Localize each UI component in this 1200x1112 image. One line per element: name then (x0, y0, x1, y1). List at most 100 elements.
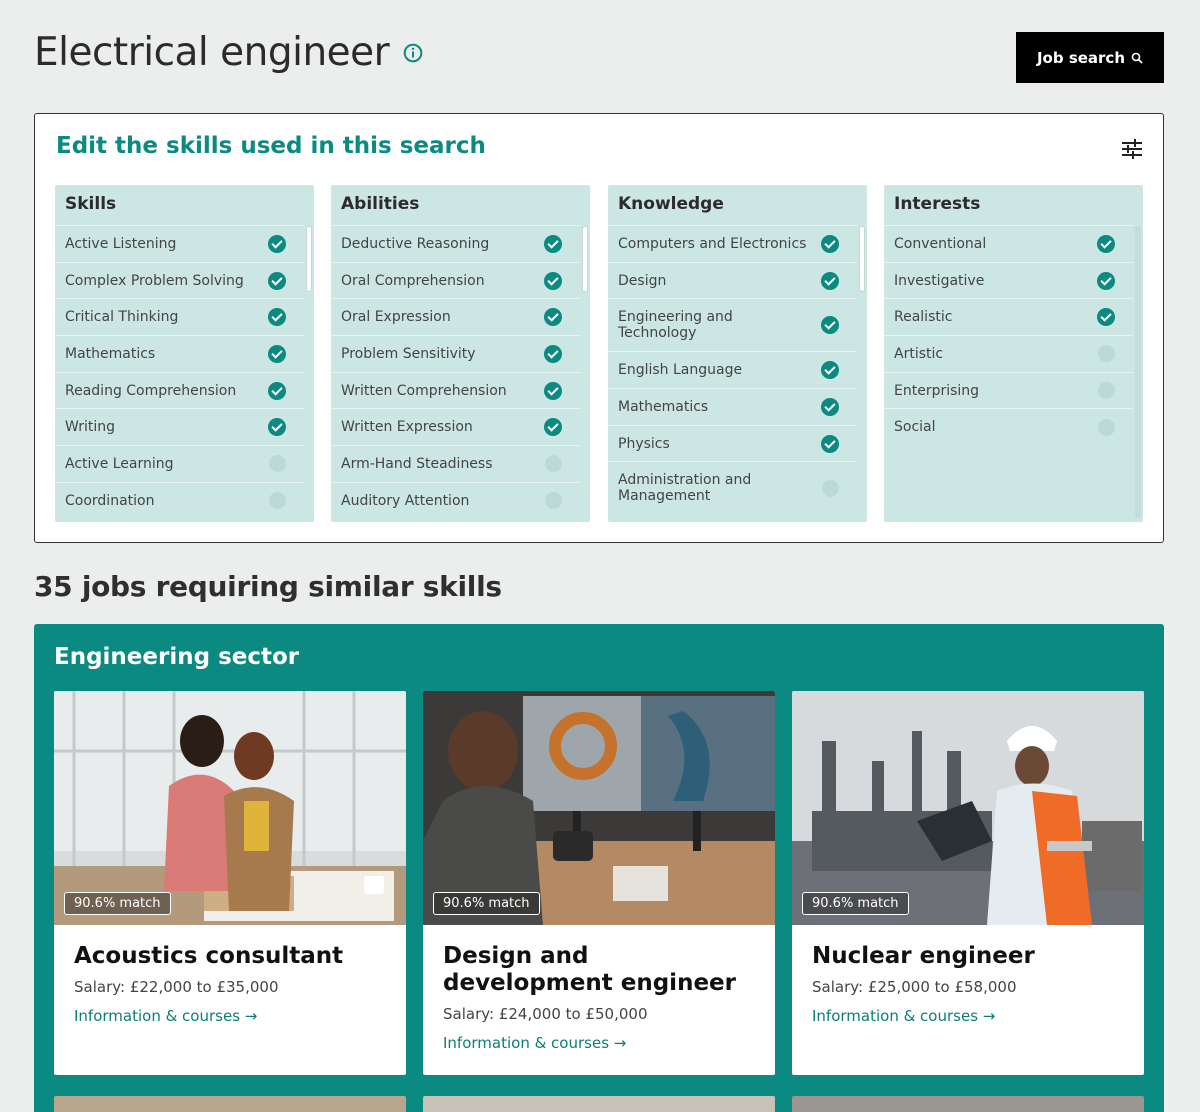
check-circle-icon[interactable] (821, 271, 839, 290)
information-courses-link[interactable]: Information & courses → (74, 1007, 257, 1025)
info-icon[interactable] (403, 43, 423, 63)
job-search-button[interactable]: Job search (1016, 32, 1164, 83)
check-circle-icon[interactable] (268, 271, 286, 290)
unchecked-circle-icon[interactable] (822, 479, 839, 497)
check-circle-icon[interactable] (1097, 234, 1115, 253)
page-title: Electrical engineer (34, 30, 423, 75)
check-circle-icon[interactable] (544, 418, 562, 437)
skill-option-label: Auditory Attention (341, 492, 470, 509)
scrollbar[interactable] (1135, 226, 1141, 518)
skills-panel: Edit the skills used in this search Skil… (34, 113, 1164, 543)
skill-option[interactable]: Design (608, 261, 857, 299)
skill-option[interactable]: Active Listening (55, 225, 304, 262)
skill-option[interactable]: Artistic (884, 335, 1133, 372)
check-circle-icon[interactable] (821, 397, 839, 416)
job-salary: Salary: £25,000 to £58,000 (812, 978, 1017, 996)
skill-option[interactable]: Written Expression (331, 408, 580, 445)
skill-option[interactable]: Conventional (884, 225, 1133, 262)
unchecked-circle-icon[interactable] (1098, 418, 1115, 436)
skill-option[interactable]: Investigative (884, 261, 1133, 299)
job-card-peek[interactable] (423, 1096, 775, 1112)
unchecked-circle-icon[interactable] (1098, 382, 1115, 400)
filter-settings-icon[interactable] (1121, 138, 1143, 160)
skill-option[interactable]: Enterprising (884, 371, 1133, 409)
knowledge-list: Computers and Electronics Design Engineeri… (608, 225, 857, 522)
skill-option-label: English Language (618, 362, 743, 379)
job-photo-office: 90.6% match (54, 691, 406, 925)
skill-option[interactable]: Critical Thinking (55, 298, 304, 335)
skill-option[interactable]: English Language (608, 351, 857, 388)
knowledge-column: Knowledge Computers and Electronics Desig… (608, 185, 867, 522)
skill-option[interactable]: Deductive Reasoning (331, 225, 580, 262)
check-circle-icon[interactable] (544, 234, 562, 253)
unchecked-circle-icon[interactable] (545, 492, 562, 510)
job-card-acoustics-consultant[interactable]: 90.6% match Acoustics consultant Salary:… (54, 691, 406, 1075)
unchecked-circle-icon[interactable] (1098, 345, 1115, 363)
skill-option-label: Administration and Management (618, 472, 752, 505)
job-card-peek[interactable] (792, 1096, 1144, 1112)
job-salary: Salary: £24,000 to £50,000 (443, 1005, 648, 1023)
check-circle-icon[interactable] (268, 308, 286, 327)
skill-option[interactable]: Social (884, 408, 1133, 445)
unchecked-circle-icon[interactable] (269, 492, 286, 510)
skills-panel-title: Edit the skills used in this search (56, 133, 486, 159)
check-circle-icon[interactable] (1097, 271, 1115, 290)
job-title: Design and development engineer (443, 943, 736, 996)
skill-option-label: Computers and Electronics (618, 235, 807, 252)
check-circle-icon[interactable] (268, 418, 286, 437)
skill-option-label: Oral Comprehension (341, 272, 485, 289)
skill-option[interactable]: Active Learning (55, 445, 304, 482)
check-circle-icon[interactable] (544, 271, 562, 290)
skill-option[interactable]: Oral Expression (331, 298, 580, 335)
skill-option[interactable]: Mathematics (55, 335, 304, 372)
check-circle-icon[interactable] (821, 234, 839, 253)
check-circle-icon[interactable] (544, 344, 562, 363)
skill-option-label: Mathematics (618, 398, 709, 415)
unchecked-circle-icon[interactable] (269, 455, 286, 473)
column-heading: Skills (65, 194, 117, 214)
job-search-label: Job search (1036, 48, 1126, 67)
scrollbar[interactable] (859, 226, 865, 292)
skill-option-label: Critical Thinking (65, 309, 179, 326)
skill-option[interactable]: Writing (55, 408, 304, 445)
check-circle-icon[interactable] (268, 344, 286, 363)
skill-option[interactable]: Mathematics (608, 388, 857, 425)
job-card-design-development-engineer[interactable]: 90.6% match Design and development engin… (423, 691, 775, 1075)
skill-option[interactable]: Coordination (55, 481, 304, 519)
check-circle-icon[interactable] (544, 308, 562, 327)
unchecked-circle-icon[interactable] (545, 455, 562, 473)
page-title-text: Electrical engineer (34, 30, 390, 75)
check-circle-icon[interactable] (821, 434, 839, 453)
skill-option[interactable]: Physics (608, 424, 857, 462)
skills-column: Skills Active Listening Complex Problem S… (55, 185, 314, 522)
skill-option[interactable]: Complex Problem Solving (55, 261, 304, 299)
information-courses-link[interactable]: Information & courses → (812, 1007, 995, 1025)
skill-option[interactable]: Administration and Management (608, 461, 857, 514)
skill-option[interactable]: Computers and Electronics (608, 225, 857, 262)
skill-option-label: Coordination (65, 492, 155, 509)
skill-option[interactable]: Engineering and Technology (608, 298, 857, 351)
skill-option[interactable]: Realistic (884, 298, 1133, 335)
skill-option[interactable]: Problem Sensitivity (331, 335, 580, 372)
job-card-peek[interactable] (54, 1096, 406, 1112)
skill-option[interactable]: Reading Comprehension (55, 371, 304, 409)
check-circle-icon[interactable] (1097, 308, 1115, 327)
job-card-nuclear-engineer[interactable]: 90.6% match Nuclear engineer Salary: £25… (792, 691, 1144, 1075)
skill-option[interactable]: Auditory Attention (331, 481, 580, 519)
abilities-column: Abilities Deductive Reasoning Oral Compre… (331, 185, 590, 522)
check-circle-icon[interactable] (268, 381, 286, 400)
skill-option-label: Investigative (894, 272, 985, 289)
scrollbar[interactable] (582, 226, 588, 292)
skill-option[interactable]: Arm-Hand Steadiness (331, 445, 580, 482)
scrollbar[interactable] (306, 226, 312, 292)
check-circle-icon[interactable] (544, 381, 562, 400)
check-circle-icon[interactable] (821, 316, 839, 335)
skill-option-label: Problem Sensitivity (341, 345, 476, 362)
skill-option[interactable]: Oral Comprehension (331, 261, 580, 299)
check-circle-icon[interactable] (268, 234, 286, 253)
skill-option[interactable]: Written Comprehension (331, 371, 580, 409)
column-heading: Abilities (341, 194, 420, 214)
check-circle-icon[interactable] (821, 361, 839, 380)
match-badge: 90.6% match (802, 892, 909, 915)
information-courses-link[interactable]: Information & courses → (443, 1034, 626, 1052)
